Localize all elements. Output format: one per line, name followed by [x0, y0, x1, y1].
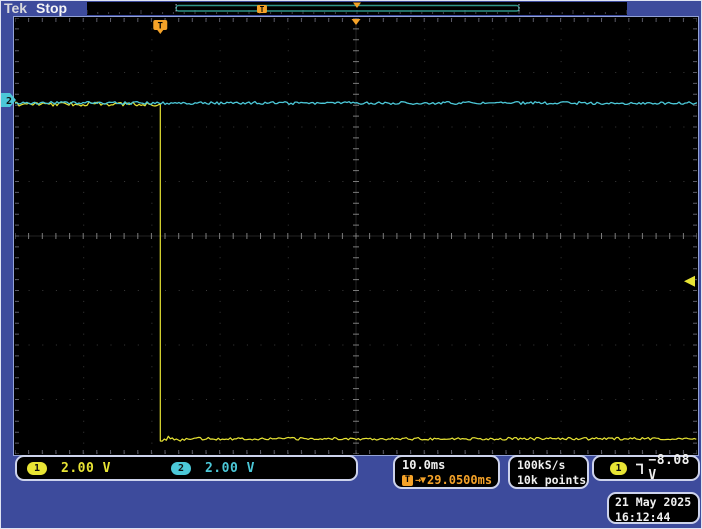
time-text: 16:12:44 — [615, 510, 671, 524]
trigger-flag-icon: T — [402, 475, 413, 486]
svg-text:T: T — [260, 5, 265, 14]
channel1-scale: 2.00 V — [61, 460, 111, 476]
delay-arrows-icon: →▼ — [415, 475, 426, 486]
timebase-readout: 10.0ms T →▼ 29.0500ms — [393, 455, 500, 489]
datetime-readout: 21 May 2025 16:12:44 — [607, 492, 700, 524]
trigger-level-marker — [684, 275, 695, 287]
sample-rate: 100kS/s — [517, 458, 566, 472]
expansion-point-marker — [351, 19, 361, 25]
channel-scale-readouts: 1 2.00 V 2 2.00 V — [15, 455, 358, 481]
falling-edge-icon — [636, 463, 643, 474]
trigger-level-value: −8.08 V — [648, 453, 691, 483]
trigger-position-marker: T — [153, 20, 168, 34]
oscilloscope-screen: Tek Stop T T 2 1 2.00 V 2 2.00 V 10.0ms … — [0, 0, 702, 529]
channel2-ground-marker: 2 — [1, 93, 16, 107]
record-view-bar: T — [87, 2, 627, 15]
trigger-source-badge: 1 — [610, 461, 628, 475]
date-text: 21 May 2025 — [615, 495, 692, 509]
graticule-area: T — [13, 16, 699, 456]
channel2-scale: 2.00 V — [204, 460, 255, 476]
timebase-scale: 10.0ms — [402, 458, 446, 472]
channel1-badge: 1 — [27, 461, 47, 475]
trigger-delay-value: 29.0500ms — [427, 473, 493, 487]
channel2-badge: 2 — [170, 461, 191, 475]
acquisition-status: Stop — [36, 0, 68, 16]
acquisition-readout: 100kS/s 10k points — [508, 455, 589, 489]
graticule-svg: T — [15, 18, 697, 454]
record-trigger-marker: T — [256, 5, 267, 14]
trigger-delay-line: T →▼ 29.0500ms — [402, 473, 498, 488]
channel2-marker-label: 2 — [6, 96, 12, 107]
trigger-readout: 1 −8.08 V — [592, 453, 700, 483]
trigger-t-glyph: T — [158, 22, 164, 32]
record-length: 10k points — [517, 473, 587, 487]
tek-logo: Tek — [4, 0, 28, 16]
